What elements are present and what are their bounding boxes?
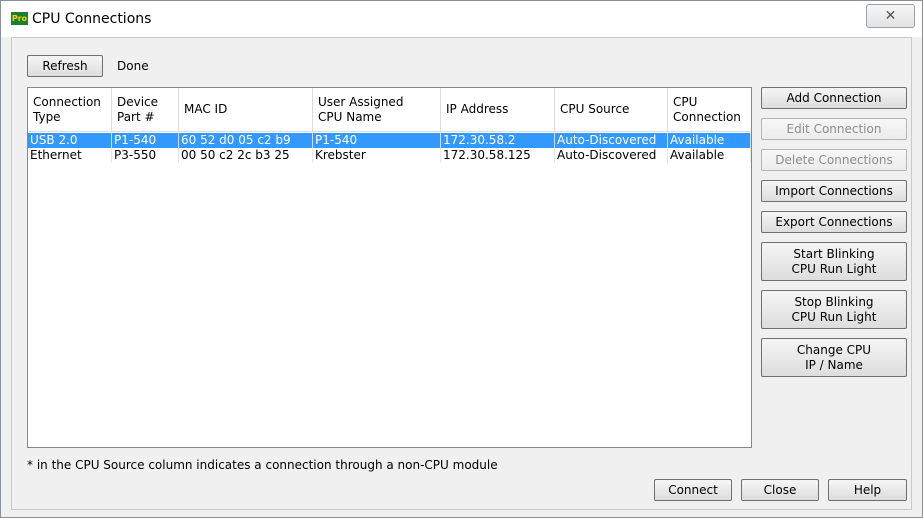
cell-ip-address: 172.30.58.2	[441, 133, 555, 148]
table-header: Connection Type Device Part # MAC ID User …	[28, 88, 751, 132]
cell-cpu-source: Auto-Discovered	[555, 148, 668, 163]
refresh-button[interactable]: Refresh	[27, 55, 103, 77]
cell-ip-address: 172.30.58.125	[441, 148, 555, 163]
column-header-label: Type	[33, 109, 61, 124]
delete-connections-button[interactable]: Delete Connections	[761, 149, 907, 171]
table-row[interactable]: USB 2.0 P1-540 60 52 d0 05 c2 b9 P1-540 …	[28, 133, 751, 148]
button-label: CPU Run Light	[791, 261, 877, 276]
column-header-device-part[interactable]: Device Part #	[112, 88, 179, 132]
window-title: CPU Connections	[32, 11, 152, 27]
help-button[interactable]: Help	[828, 479, 907, 501]
button-label: CPU Run Light	[791, 309, 877, 324]
column-header-label: Part #	[117, 109, 155, 124]
column-header-label: CPU Source	[560, 102, 630, 116]
change-cpu-ip-name-button[interactable]: Change CPU IP / Name	[761, 338, 907, 377]
column-header-label: CPU	[673, 94, 698, 109]
column-header-mac-id[interactable]: MAC ID	[179, 88, 313, 132]
title-bar: Pro CPU Connections ✕	[1, 1, 922, 37]
column-header-label: MAC ID	[184, 102, 228, 116]
button-label: Change CPU	[796, 342, 872, 357]
column-header-user-assigned-cpu-name[interactable]: User Assigned CPU Name	[313, 88, 441, 132]
add-connection-button[interactable]: Add Connection	[761, 87, 907, 109]
connections-table[interactable]: Connection Type Device Part # MAC ID User …	[27, 87, 752, 448]
column-header-label: Connection	[33, 94, 101, 109]
column-header-connection-type[interactable]: Connection Type	[28, 88, 112, 132]
cell-cpu-connection: Available	[668, 133, 751, 148]
column-header-ip-address[interactable]: IP Address	[441, 88, 555, 132]
column-header-label: IP Address	[446, 102, 509, 116]
export-connections-button[interactable]: Export Connections	[761, 211, 907, 233]
connect-button[interactable]: Connect	[654, 479, 732, 501]
cell-cpu-source: Auto-Discovered	[555, 133, 668, 148]
cell-mac-id: 00 50 c2 2c b3 25	[179, 148, 313, 163]
edit-connection-button[interactable]: Edit Connection	[761, 118, 907, 140]
stop-blinking-button[interactable]: Stop Blinking CPU Run Light	[761, 290, 907, 329]
column-header-cpu-connection[interactable]: CPU Connection	[668, 88, 751, 132]
column-header-label: Connection	[673, 109, 741, 124]
cell-mac-id: 60 52 d0 05 c2 b9	[179, 133, 313, 148]
column-header-cpu-source[interactable]: CPU Source	[555, 88, 668, 132]
cell-connection-type: USB 2.0	[28, 133, 112, 148]
status-text: Done	[117, 59, 149, 73]
table-row[interactable]: Ethernet P3-550 00 50 c2 2c b3 25 Krebst…	[28, 148, 751, 163]
column-header-label: User Assigned	[318, 94, 404, 109]
button-label: Start Blinking	[793, 246, 875, 261]
start-blinking-button[interactable]: Start Blinking CPU Run Light	[761, 242, 907, 281]
cell-cpu-name: P1-540	[313, 133, 441, 148]
app-logo-icon: Pro	[11, 12, 28, 25]
close-button[interactable]: Close	[741, 479, 819, 501]
cpu-source-footnote: * in the CPU Source column indicates a c…	[27, 458, 498, 472]
cell-connection-type: Ethernet	[28, 148, 112, 163]
column-header-label: CPU Name	[318, 109, 382, 124]
window-close-button[interactable]: ✕	[866, 4, 915, 28]
button-label: Stop Blinking	[794, 294, 874, 309]
cell-device-part: P1-540	[112, 133, 179, 148]
column-header-label: Device	[117, 94, 159, 109]
cell-cpu-name: Krebster	[313, 148, 441, 163]
close-icon: ✕	[884, 8, 897, 24]
cell-cpu-connection: Available	[668, 148, 751, 163]
cell-device-part: P3-550	[112, 148, 179, 163]
button-label: IP / Name	[805, 357, 863, 372]
import-connections-button[interactable]: Import Connections	[761, 180, 907, 202]
